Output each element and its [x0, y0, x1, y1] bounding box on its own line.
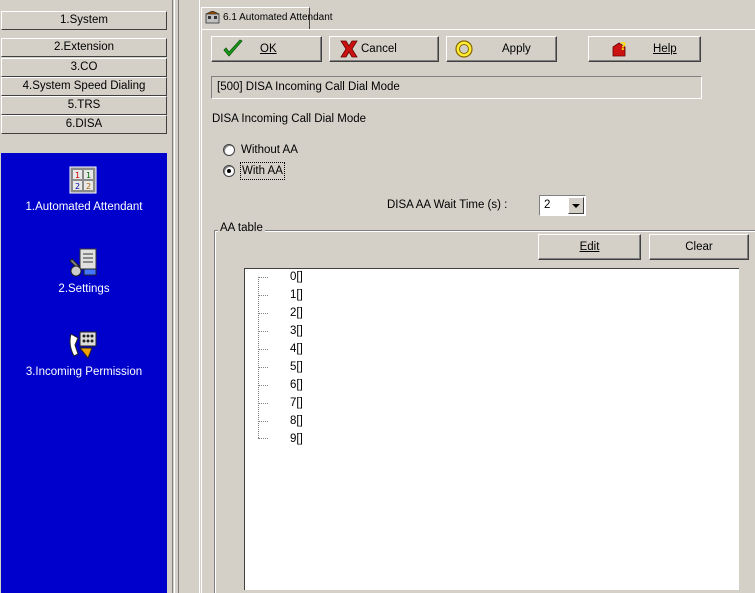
radio-with-aa[interactable]: With AA — [223, 162, 303, 180]
panel-item-settings[interactable]: 2.Settings — [1, 245, 167, 295]
splitter[interactable] — [170, 0, 200, 593]
help-icon: ? — [612, 40, 626, 57]
parameter-title-field: [500] DISA Incoming Call Dial Mode — [211, 76, 702, 99]
edit-button[interactable]: Edit — [538, 234, 641, 260]
clear-label: Clear — [685, 241, 713, 253]
aa-table-label: AA table — [218, 222, 265, 234]
tree-item[interactable]: 6[] — [290, 378, 303, 392]
ok-button[interactable]: OK — [211, 36, 322, 62]
building-icon — [205, 10, 220, 24]
disa-panel: 1 1 2 2 1.Automated Attendant 2.Settings — [1, 153, 167, 593]
radio-dot[interactable] — [223, 144, 235, 156]
panel-item-incoming-permission[interactable]: 3.Incoming Permission — [1, 328, 167, 378]
svg-text:2: 2 — [86, 182, 91, 191]
tree-item[interactable]: 5[] — [290, 360, 303, 374]
radio-label: With AA — [240, 162, 285, 180]
tree-item[interactable]: 3[] — [290, 324, 303, 338]
wait-time-label: DISA AA Wait Time (s) : — [387, 199, 508, 211]
panel-item-automated-attendant[interactable]: 1 1 2 2 1.Automated Attendant — [1, 163, 167, 213]
tree-item[interactable]: 1[] — [290, 288, 303, 302]
tree-item[interactable]: 4[] — [290, 342, 303, 356]
tree-item[interactable]: 9[] — [290, 432, 303, 446]
radio-label: Without AA — [241, 144, 298, 156]
clear-button[interactable]: Clear — [649, 234, 749, 260]
help-button[interactable]: ? Help — [588, 36, 701, 62]
tab-automated-attendant[interactable]: 6.1 Automated Attendant — [201, 7, 333, 29]
panel-item-label: 3.Incoming Permission — [25, 366, 143, 378]
svg-text:2: 2 — [75, 182, 80, 191]
tree-item[interactable]: 0[] — [290, 270, 303, 284]
nav-system[interactable]: 1.System — [1, 11, 167, 30]
apply-circle-icon — [455, 40, 473, 58]
svg-text:1: 1 — [86, 171, 91, 180]
edit-label: Edit — [579, 241, 600, 253]
tree-item[interactable]: 2[] — [290, 306, 303, 320]
checkmark-icon — [223, 39, 243, 57]
svg-text:?: ? — [620, 40, 626, 53]
automated-attendant-icon: 1 1 2 2 — [69, 166, 97, 194]
dial-mode-label: DISA Incoming Call Dial Mode — [212, 113, 367, 125]
nav-system-speed-dialing[interactable]: 4.System Speed Dialing — [1, 77, 167, 96]
apply-label: Apply — [502, 43, 531, 55]
radio-dot-selected[interactable] — [223, 165, 235, 177]
nav-co[interactable]: 3.CO — [1, 58, 167, 77]
tab-label: 6.1 Automated Attendant — [223, 12, 333, 23]
svg-text:1: 1 — [75, 171, 80, 180]
apply-button[interactable]: Apply — [446, 36, 557, 62]
tree-connector — [258, 277, 259, 438]
radio-without-aa[interactable]: Without AA — [223, 142, 303, 158]
cancel-button[interactable]: Cancel — [329, 36, 439, 62]
aa-table-tree[interactable]: 0[] 1[] 2[] 3[] 4[] 5[] 6[] 7[] 8[] 9[] — [244, 268, 739, 590]
ok-label: OK — [260, 43, 277, 55]
panel-item-label: 1.Automated Attendant — [25, 201, 143, 213]
panel-item-label: 2.Settings — [58, 283, 110, 295]
help-label: Help — [653, 43, 677, 55]
cancel-x-icon — [340, 40, 358, 58]
nav-trs[interactable]: 5.TRS — [1, 96, 167, 115]
nav-disa[interactable]: 6.DISA — [1, 115, 167, 134]
tree-item[interactable]: 7[] — [290, 396, 303, 410]
cancel-label: Cancel — [361, 43, 397, 55]
settings-icon — [69, 248, 97, 277]
wait-time-select[interactable]: 2 — [539, 195, 586, 216]
chevron-down-icon[interactable] — [568, 197, 584, 214]
sidebar: 1.System 2.Extension 3.CO 4.System Speed… — [0, 0, 170, 593]
wait-time-value: 2 — [544, 199, 551, 211]
nav-extension[interactable]: 2.Extension — [1, 38, 167, 57]
tree-item[interactable]: 8[] — [290, 414, 303, 428]
incoming-permission-icon — [69, 331, 97, 359]
